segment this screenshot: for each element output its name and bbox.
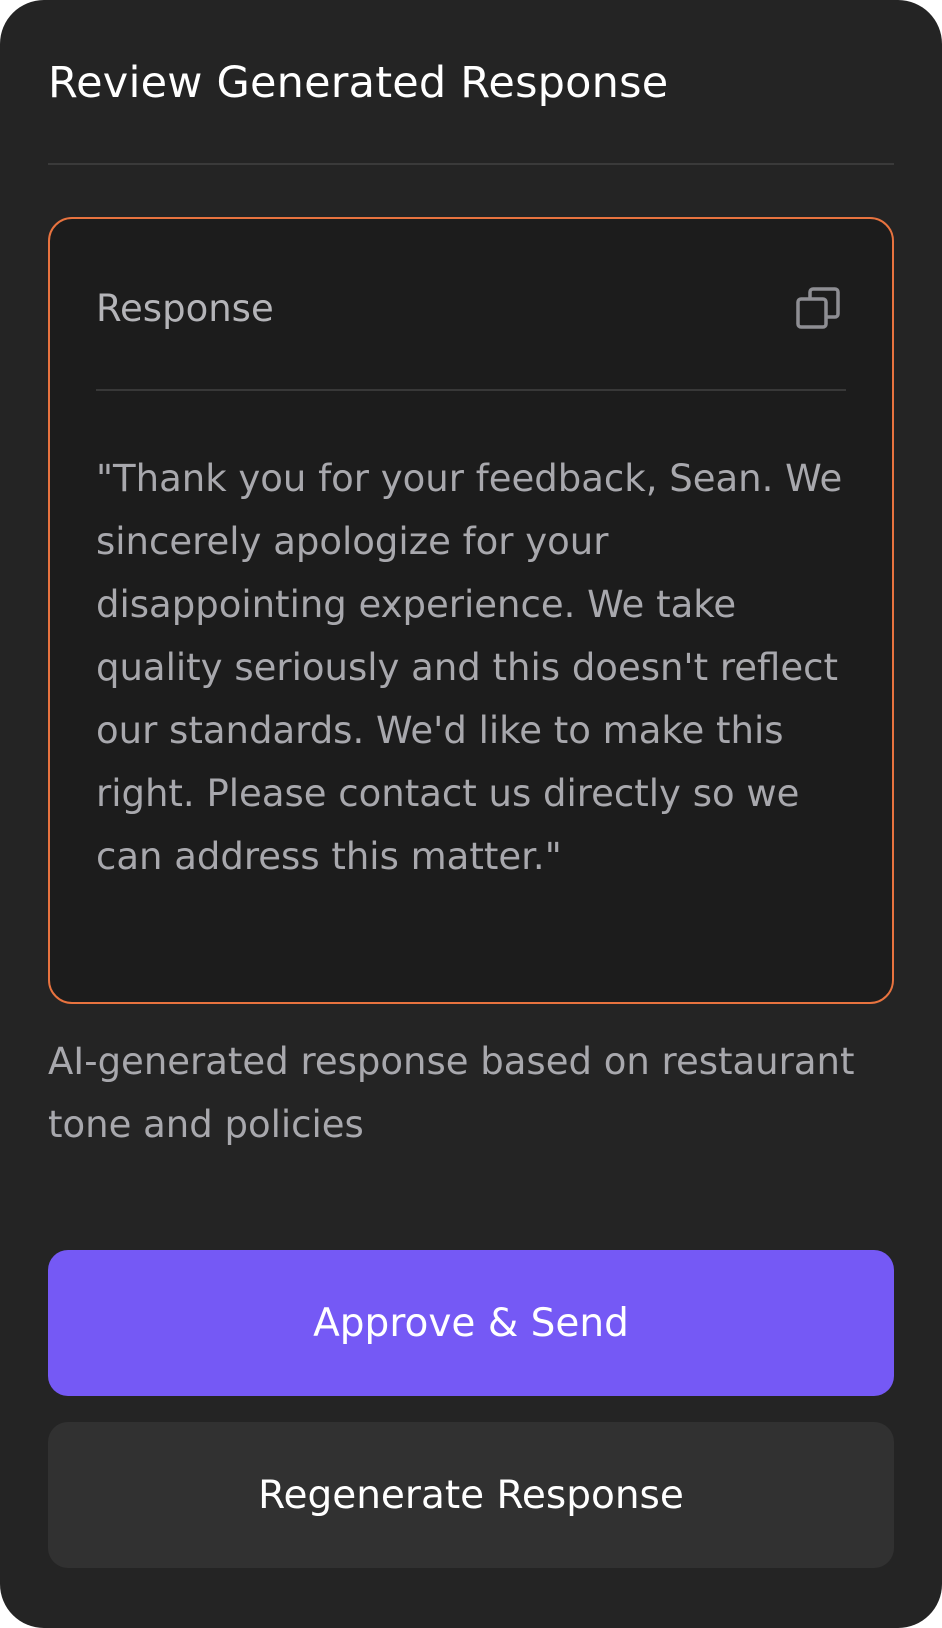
response-panel: Response "Thank you for your feedback, S…	[48, 217, 894, 1004]
ai-generated-note: AI-generated response based on restauran…	[48, 1040, 855, 1146]
response-text: "Thank you for your feedback, Sean. We s…	[96, 457, 843, 878]
page-title: Review Generated Response	[48, 58, 669, 108]
review-response-card: Review Generated Response Response "Than…	[0, 0, 942, 1628]
response-divider	[96, 389, 846, 391]
copy-icon[interactable]	[794, 285, 842, 333]
regenerate-response-button[interactable]: Regenerate Response	[48, 1422, 894, 1568]
header-divider	[48, 163, 894, 165]
response-label: Response	[96, 287, 274, 330]
approve-send-button[interactable]: Approve & Send	[48, 1250, 894, 1396]
